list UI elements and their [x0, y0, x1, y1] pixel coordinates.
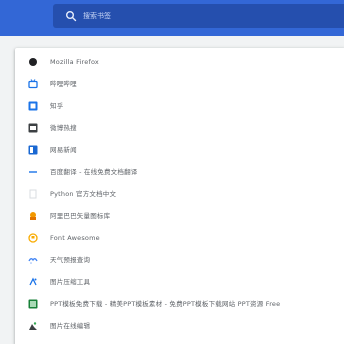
bookmark-item[interactable]: Mozilla Firefox	[15, 51, 344, 73]
document-icon	[29, 189, 37, 199]
bookmark-item[interactable]: 图片压缩工具	[15, 271, 344, 293]
compress-icon	[29, 277, 37, 286]
bookmark-item[interactable]: 知乎	[15, 95, 344, 117]
bookmark-item[interactable]: 哔哩哔哩	[15, 73, 344, 95]
news-icon	[28, 145, 38, 155]
bookmark-label: Mozilla Firefox	[50, 58, 99, 66]
tv-icon	[28, 79, 38, 89]
bookmark-item[interactable]: Python 官方文档中文	[15, 183, 344, 205]
bookmark-label: 图片在线编辑	[50, 322, 91, 330]
ppt-icon	[28, 299, 38, 309]
bookmark-item[interactable]: 图片在线编辑	[15, 315, 344, 337]
bookmark-item[interactable]: Font Awesome	[15, 227, 344, 249]
bookmark-label: 哔哩哔哩	[50, 80, 77, 88]
bookmark-label: Python 官方文档中文	[50, 190, 117, 198]
bookmark-label: Font Awesome	[50, 234, 100, 242]
bookmark-label: 知乎	[50, 102, 64, 110]
bookmark-label: 图片压缩工具	[50, 278, 91, 286]
weather-icon	[28, 258, 38, 264]
bookmark-item[interactable]: 百度翻译 - 在线免费文档翻译	[15, 161, 344, 183]
bookmark-item[interactable]: 阿里巴巴矢量图标库	[15, 205, 344, 227]
image-edit-icon	[29, 322, 37, 330]
dark-circle-icon	[29, 58, 37, 66]
weibo-icon	[28, 123, 38, 133]
search-input[interactable]: 搜索书签	[83, 9, 111, 23]
search-icon	[66, 11, 77, 22]
bookmark-item[interactable]: 微博热搜	[15, 117, 344, 139]
search-box[interactable]: 搜索书签	[53, 4, 344, 28]
flag-icon	[28, 233, 38, 243]
bookmark-label: 百度翻译 - 在线免费文档翻译	[50, 168, 138, 176]
bookmark-item[interactable]: 网易新闻	[15, 139, 344, 161]
bookmark-label: 微博热搜	[50, 124, 77, 132]
bookmark-label: PPT模板免费下载 - 精美PPT模板素材 - 免费PPT模板下载网站 PPT资…	[50, 300, 281, 308]
bookmark-label: 网易新闻	[50, 146, 77, 154]
iconfont-icon	[30, 212, 36, 220]
bookmark-item[interactable]: 天气预报查询	[15, 249, 344, 271]
bookmark-label: 阿里巴巴矢量图标库	[50, 212, 111, 220]
zhihu-icon	[28, 101, 38, 111]
bookmark-label: 天气预报查询	[50, 256, 91, 264]
bookmark-list: Mozilla Firefox 哔哩哔哩 知乎 微博热搜 网易新闻 百度翻译 -…	[15, 48, 344, 344]
bookmark-item[interactable]: PPT模板免费下载 - 精美PPT模板素材 - 免费PPT模板下载网站 PPT资…	[15, 293, 344, 315]
top-bar: 搜索书签	[0, 0, 344, 36]
translate-icon	[29, 171, 37, 173]
